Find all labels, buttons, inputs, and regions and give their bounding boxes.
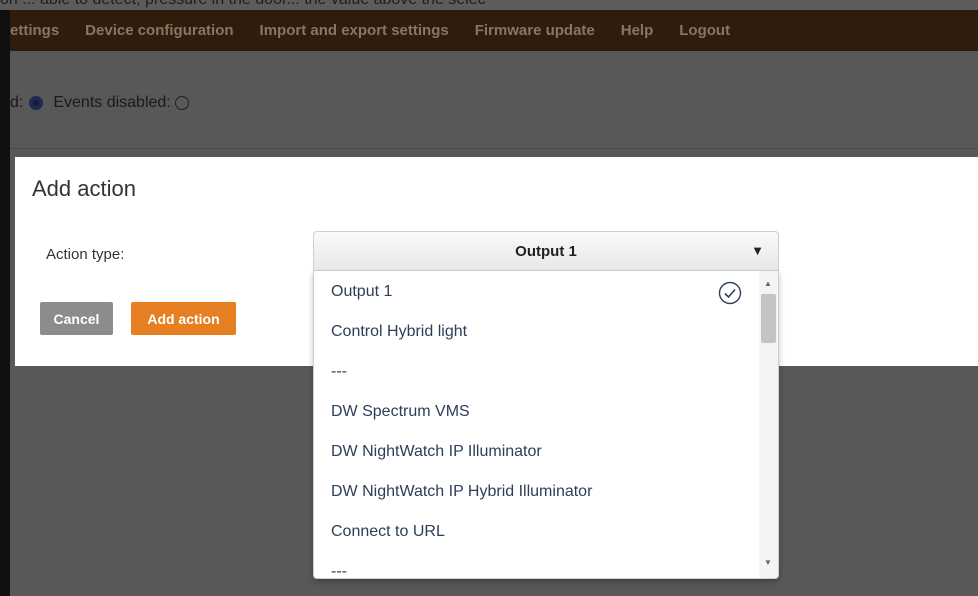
action-type-select[interactable]: Output 1 ▼ — [313, 231, 779, 271]
events-toggle-row: d: Events disabled: — [10, 94, 199, 112]
check-circle-icon — [718, 281, 742, 305]
dropdown-scrollbar[interactable]: ▲ ▼ — [759, 271, 778, 578]
option-output-1[interactable]: Output 1 — [331, 283, 392, 301]
option-dw-nightwatch-ip-illuminator[interactable]: DW NightWatch IP Illuminator — [331, 443, 542, 461]
nav-item-device-configuration[interactable]: Device configuration — [85, 22, 233, 39]
nav-item-firmware-update[interactable]: Firmware update — [475, 22, 595, 39]
option-dw-nightwatch-ip-hybrid-illuminator[interactable]: DW NightWatch IP Hybrid Illuminator — [331, 483, 592, 501]
left-edge-bar — [0, 10, 10, 596]
action-type-label: Action type: — [46, 246, 125, 263]
option-control-hybrid-light[interactable]: Control Hybrid light — [331, 323, 467, 341]
scroll-up-arrow-icon[interactable]: ▲ — [764, 279, 772, 288]
action-type-selected-value: Output 1 — [515, 243, 577, 260]
option-separator[interactable]: --- — [331, 363, 347, 381]
nav-item-settings[interactable]: ettings — [10, 22, 59, 39]
events-enabled-radio[interactable] — [29, 96, 44, 110]
nav-item-help[interactable]: Help — [621, 22, 654, 39]
top-text-strip: on ... able to detect, pressure in the d… — [0, 0, 978, 10]
scroll-down-arrow-icon[interactable]: ▼ — [764, 558, 772, 567]
action-type-dropdown: Output 1 Control Hybrid light --- DW Spe… — [313, 271, 779, 579]
dialog-title: Add action — [32, 176, 136, 201]
top-strip-text: on ... able to detect, pressure in the d… — [0, 0, 486, 9]
section-divider — [10, 148, 978, 149]
scrollbar-thumb[interactable] — [761, 294, 776, 343]
nav-item-logout[interactable]: Logout — [679, 22, 730, 39]
cancel-button[interactable]: Cancel — [40, 302, 113, 335]
events-disabled-label: Events disabled: — [53, 94, 171, 111]
dropdown-arrow-icon: ▼ — [751, 243, 764, 258]
add-action-button[interactable]: Add action — [131, 302, 236, 335]
top-navbar: ettings Device configuration Import and … — [10, 10, 978, 51]
events-enabled-label: d: — [10, 94, 24, 111]
option-dw-spectrum-vms[interactable]: DW Spectrum VMS — [331, 403, 470, 421]
option-connect-to-url[interactable]: Connect to URL — [331, 523, 445, 541]
nav-item-import-export[interactable]: Import and export settings — [260, 22, 449, 39]
option-separator[interactable]: --- — [331, 563, 347, 578]
events-disabled-radio[interactable] — [174, 96, 189, 110]
